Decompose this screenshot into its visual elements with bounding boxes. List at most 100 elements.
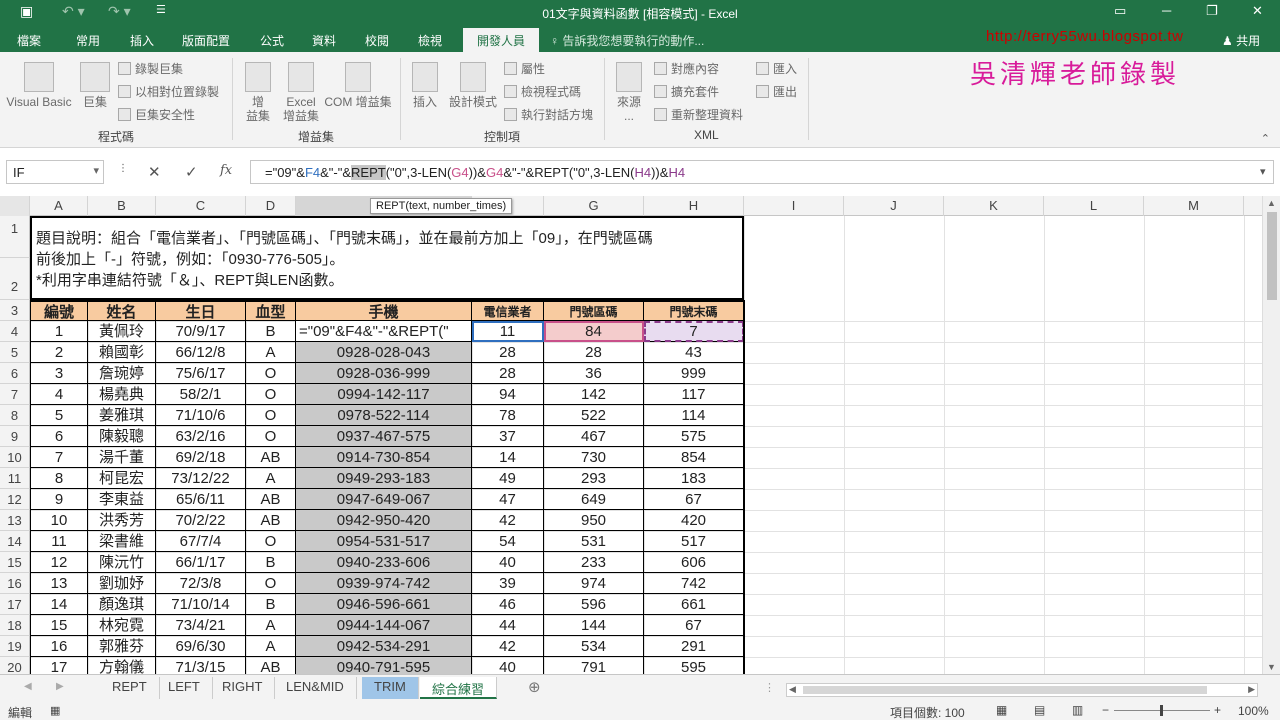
row-header[interactable]: 10 bbox=[0, 447, 30, 468]
tell-me-box[interactable]: ♀ 告訴我您想要執行的動作... bbox=[550, 32, 704, 49]
row-header[interactable]: 19 bbox=[0, 636, 30, 657]
table-header-cell[interactable]: 電信業者 bbox=[472, 300, 544, 321]
table-cell[interactable]: 63/2/16 bbox=[156, 426, 246, 447]
tab-data[interactable]: 資料 bbox=[312, 32, 336, 49]
table-cell[interactable]: 5 bbox=[30, 405, 88, 426]
tab-view[interactable]: 檢視 bbox=[418, 32, 442, 49]
add-sheet-icon[interactable]: ⊕ bbox=[528, 678, 541, 696]
close-icon[interactable]: ✕ bbox=[1252, 3, 1263, 19]
table-cell[interactable]: 37 bbox=[472, 426, 544, 447]
import-button[interactable]: 匯入 bbox=[756, 60, 797, 77]
vertical-scroll-thumb[interactable] bbox=[1267, 212, 1277, 300]
table-header-cell[interactable]: 手機 bbox=[296, 300, 472, 321]
table-cell[interactable]: A bbox=[246, 636, 296, 657]
table-cell[interactable]: 0944-144-067 bbox=[296, 615, 472, 636]
row-header[interactable]: 4 bbox=[0, 321, 30, 342]
table-cell[interactable]: 0914-730-854 bbox=[296, 447, 472, 468]
table-cell[interactable]: 71/10/6 bbox=[156, 405, 246, 426]
tab-insert[interactable]: 插入 bbox=[130, 32, 154, 49]
table-cell[interactable]: 0978-522-114 bbox=[296, 405, 472, 426]
zoom-in-icon[interactable]: + bbox=[1214, 703, 1221, 717]
scroll-up-icon[interactable]: ▲ bbox=[1267, 198, 1276, 208]
table-cell[interactable]: 28 bbox=[472, 363, 544, 384]
tab-page-layout[interactable]: 版面配置 bbox=[182, 32, 230, 49]
table-cell[interactable]: 楊堯典 bbox=[88, 384, 156, 405]
addins-button[interactable]: 增 益集 bbox=[240, 62, 276, 123]
table-header-cell[interactable]: 生日 bbox=[156, 300, 246, 321]
table-cell[interactable]: 606 bbox=[644, 552, 744, 573]
sheet-tab-lenmid[interactable]: LEN&MID bbox=[274, 677, 357, 699]
table-cell[interactable]: 28 bbox=[472, 342, 544, 363]
table-cell[interactable]: 183 bbox=[644, 468, 744, 489]
table-cell[interactable]: 姜雅琪 bbox=[88, 405, 156, 426]
next-sheet-icon[interactable]: ▶ bbox=[56, 681, 64, 692]
sheet-tab-rept[interactable]: REPT bbox=[100, 677, 160, 699]
normal-view-icon[interactable]: ▦ bbox=[996, 703, 1007, 717]
enter-icon[interactable]: ✓ bbox=[185, 163, 198, 181]
table-cell[interactable]: 7 bbox=[30, 447, 88, 468]
table-cell[interactable]: 974 bbox=[544, 573, 644, 594]
record-macro-button[interactable]: 錄製巨集 bbox=[118, 60, 183, 77]
row-header[interactable]: 3 bbox=[0, 300, 30, 321]
table-cell[interactable]: 44 bbox=[472, 615, 544, 636]
scroll-down-icon[interactable]: ▼ bbox=[1267, 662, 1276, 672]
table-cell[interactable]: 10 bbox=[30, 510, 88, 531]
table-cell[interactable]: 陳沅竹 bbox=[88, 552, 156, 573]
table-cell[interactable]: 14 bbox=[30, 594, 88, 615]
table-cell[interactable]: A bbox=[246, 615, 296, 636]
table-cell[interactable]: 47 bbox=[472, 489, 544, 510]
refresh-data-button[interactable]: 重新整理資料 bbox=[654, 106, 743, 123]
table-header-cell[interactable]: 門號末碼 bbox=[644, 300, 744, 321]
table-cell[interactable]: 730 bbox=[544, 447, 644, 468]
row-header[interactable]: 9 bbox=[0, 426, 30, 447]
name-box[interactable]: IF bbox=[6, 160, 104, 184]
table-cell[interactable]: AB bbox=[246, 657, 296, 674]
table-cell[interactable]: 661 bbox=[644, 594, 744, 615]
table-cell[interactable]: AB bbox=[246, 510, 296, 531]
table-cell[interactable]: 94 bbox=[472, 384, 544, 405]
sheet-tab-right[interactable]: RIGHT bbox=[210, 677, 276, 699]
table-cell[interactable]: 0940-233-606 bbox=[296, 552, 472, 573]
sheet-tab-left[interactable]: LEFT bbox=[156, 677, 213, 699]
table-cell[interactable]: O bbox=[246, 363, 296, 384]
column-header[interactable]: B bbox=[88, 196, 156, 216]
tab-formulas[interactable]: 公式 bbox=[260, 32, 284, 49]
table-cell[interactable]: 11 bbox=[472, 321, 544, 342]
table-cell[interactable]: 28 bbox=[544, 342, 644, 363]
table-cell[interactable]: 40 bbox=[472, 552, 544, 573]
column-header[interactable]: M bbox=[1144, 196, 1244, 216]
row-header[interactable]: 13 bbox=[0, 510, 30, 531]
table-cell[interactable]: O bbox=[246, 573, 296, 594]
row-header[interactable]: 8 bbox=[0, 405, 30, 426]
table-cell[interactable]: 6 bbox=[30, 426, 88, 447]
table-cell[interactable]: 0937-467-575 bbox=[296, 426, 472, 447]
table-cell[interactable]: 71/3/15 bbox=[156, 657, 246, 674]
visual-basic-button[interactable]: Visual Basic bbox=[6, 62, 72, 109]
table-cell[interactable]: 78 bbox=[472, 405, 544, 426]
table-cell[interactable]: 0949-293-183 bbox=[296, 468, 472, 489]
map-properties-button[interactable]: 對應內容 bbox=[654, 60, 719, 77]
prev-sheet-icon[interactable]: ◀ bbox=[24, 681, 32, 692]
tab-developer[interactable]: 開發人員 bbox=[463, 28, 540, 52]
run-dialog-button[interactable]: 執行對話方塊 bbox=[504, 106, 593, 123]
column-header[interactable]: H bbox=[644, 196, 744, 216]
table-cell[interactable]: 40 bbox=[472, 657, 544, 674]
table-cell[interactable]: 林宛霓 bbox=[88, 615, 156, 636]
select-all-corner[interactable] bbox=[0, 196, 30, 216]
table-cell[interactable]: 54 bbox=[472, 531, 544, 552]
table-cell[interactable]: 8 bbox=[30, 468, 88, 489]
table-cell[interactable]: 4 bbox=[30, 384, 88, 405]
table-cell[interactable]: 293 bbox=[544, 468, 644, 489]
collapse-ribbon-icon[interactable]: ⌃ bbox=[1261, 132, 1270, 145]
table-cell[interactable]: 65/6/11 bbox=[156, 489, 246, 510]
table-cell[interactable]: 0942-534-291 bbox=[296, 636, 472, 657]
vertical-scrollbar[interactable]: ▲ ▼ bbox=[1262, 196, 1280, 674]
row-header[interactable]: 7 bbox=[0, 384, 30, 405]
table-cell[interactable]: 70/2/22 bbox=[156, 510, 246, 531]
formula-input[interactable]: ="09"&F4&"-"&REPT("0",3-LEN(G4))&G4&"-"&… bbox=[250, 160, 1274, 184]
table-cell[interactable]: AB bbox=[246, 447, 296, 468]
table-cell[interactable]: 75/6/17 bbox=[156, 363, 246, 384]
relative-ref-button[interactable]: 以相對位置錄製 bbox=[118, 83, 219, 100]
column-header[interactable]: A bbox=[30, 196, 88, 216]
table-cell[interactable]: 梁書維 bbox=[88, 531, 156, 552]
